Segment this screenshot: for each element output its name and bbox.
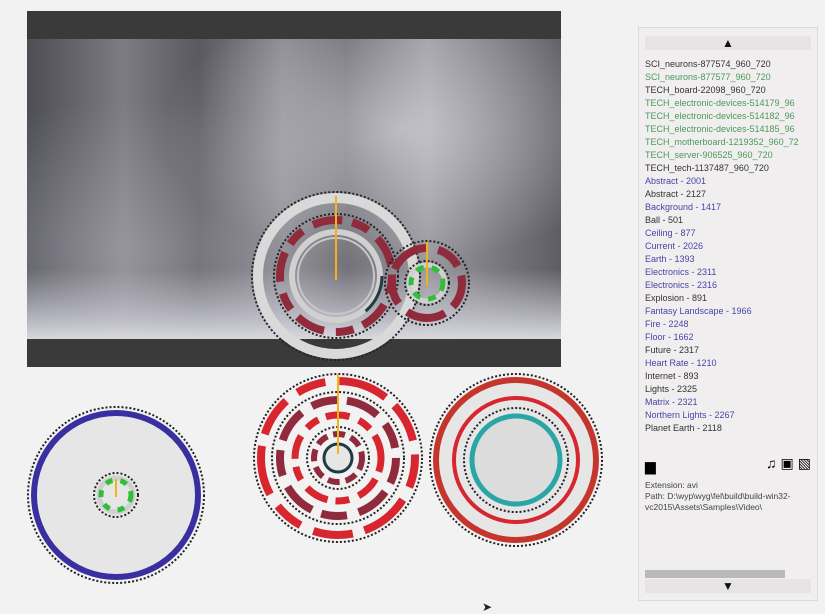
file-list-item[interactable]: TECH_tech-1137487_960_720 [645, 162, 813, 175]
file-list-item[interactable]: Background - 1417 [645, 201, 813, 214]
arrow-up-icon: ▲ [722, 36, 734, 50]
overlay-wheel-small[interactable] [384, 238, 474, 328]
file-list-item[interactable]: TECH_server-906525_960_720 [645, 149, 813, 162]
file-list-item[interactable]: Floor - 1662 [645, 331, 813, 344]
wheel-teal[interactable] [428, 372, 604, 548]
file-list-item[interactable]: TECH_board-22098_960_720 [645, 84, 813, 97]
file-list-item[interactable]: Abstract - 2127 [645, 188, 813, 201]
scroll-down-button[interactable]: ▼ [645, 579, 811, 593]
arrow-down-icon: ▼ [722, 579, 734, 593]
media-type-toolbar: ▆ ♫ ▣ ▧ [645, 455, 811, 475]
file-list-item[interactable]: Future - 2317 [645, 344, 813, 357]
file-list-item[interactable]: Explosion - 891 [645, 292, 813, 305]
file-list-item[interactable]: SCI_neurons-877577_960_720 [645, 71, 813, 84]
file-list-item[interactable]: Ceiling - 877 [645, 227, 813, 240]
path-text: Path: D:\wyp\wyg\fel\build\build-win32-v… [645, 491, 791, 512]
file-list-item[interactable]: Ball - 501 [645, 214, 813, 227]
file-list-item[interactable]: Electronics - 2316 [645, 279, 813, 292]
wheel-blue[interactable] [26, 405, 206, 585]
file-list-item[interactable]: TECH_electronic-devices-514182_96 [645, 110, 813, 123]
file-list-item[interactable]: Internet - 893 [645, 370, 813, 383]
folder-icon[interactable]: ▆ [645, 458, 656, 475]
file-list-item[interactable]: Earth - 1393 [645, 253, 813, 266]
video-icon[interactable]: ▣ [781, 455, 794, 472]
file-browser-panel: ▲ SCI_neurons-877574_960_720 SCI_neurons-… [638, 27, 818, 601]
file-list-item[interactable]: Northern Lights - 2267 [645, 409, 813, 422]
music-icon[interactable]: ♫ [766, 455, 777, 472]
file-list: SCI_neurons-877574_960_720 SCI_neurons-87… [645, 58, 813, 435]
file-list-item[interactable]: Abstract - 2001 [645, 175, 813, 188]
file-list-item[interactable]: Lights - 2325 [645, 383, 813, 396]
wheel-red-segments[interactable] [250, 368, 430, 548]
file-list-item[interactable]: TECH_electronic-devices-514179_96 [645, 97, 813, 110]
file-list-item[interactable]: Fire - 2248 [645, 318, 813, 331]
file-list-item[interactable]: Fantasy Landscape - 1966 [645, 305, 813, 318]
file-list-item[interactable]: Heart Rate - 1210 [645, 357, 813, 370]
horizontal-scrollbar[interactable] [645, 570, 785, 578]
file-list-item[interactable]: TECH_electronic-devices-514185_96 [645, 123, 813, 136]
file-list-item[interactable]: Matrix - 2321 [645, 396, 813, 409]
image-icon[interactable]: ▧ [798, 455, 811, 472]
file-list-item[interactable]: Electronics - 2311 [645, 266, 813, 279]
scroll-up-button[interactable]: ▲ [645, 36, 811, 50]
file-info: Extension: avi Path: D:\wyp\wyg\fel\buil… [645, 480, 813, 513]
file-list-item[interactable]: SCI_neurons-877574_960_720 [645, 58, 813, 71]
extension-text: Extension: avi [645, 480, 698, 490]
file-list-item[interactable]: Planet Earth - 2118 [645, 422, 813, 435]
file-list-item[interactable]: TECH_motherboard-1219352_960_72 [645, 136, 813, 149]
file-list-item[interactable]: Current - 2026 [645, 240, 813, 253]
mouse-cursor-icon: ➤ [482, 600, 493, 614]
